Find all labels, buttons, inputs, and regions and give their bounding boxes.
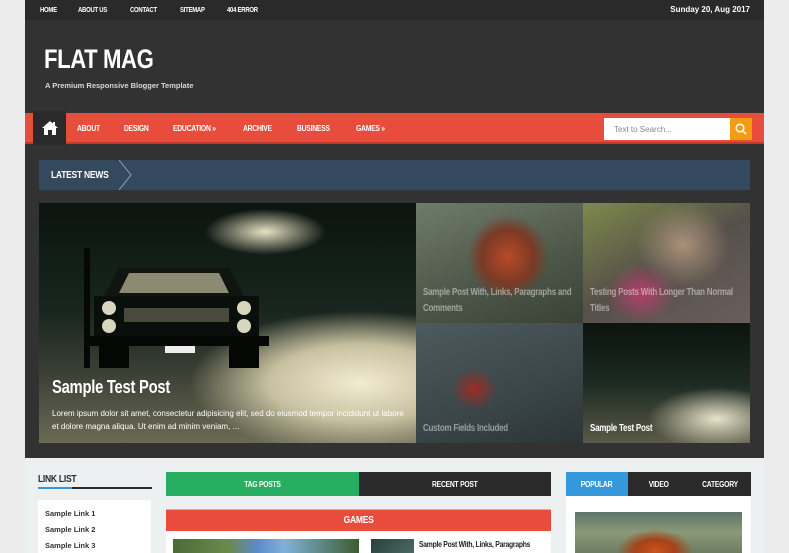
- tab-recent-post[interactable]: RECENT POST: [358, 472, 551, 496]
- featured-main-excerpt: Lorem ipsum dolor sit amet, consectetur …: [52, 409, 404, 431]
- games-post-image[interactable]: [173, 539, 359, 553]
- games-section-header: GAMES: [166, 509, 551, 531]
- games-post-thumbnail[interactable]: [371, 539, 414, 553]
- top-nav-sitemap[interactable]: SITEMAP: [180, 7, 205, 14]
- featured-post-4[interactable]: Sample Test Post: [583, 323, 750, 443]
- tab-tag-posts-label: TAG POSTS: [244, 479, 281, 489]
- featured-main-post[interactable]: Sample Test Post Lorem ipsum dolor sit a…: [39, 203, 416, 443]
- tab-category[interactable]: CATEGORY: [689, 472, 752, 496]
- popular-post-image[interactable]: [575, 512, 742, 553]
- featured-post-3-title[interactable]: Custom Fields Included: [423, 421, 575, 437]
- nav-design[interactable]: DESIGN: [124, 124, 149, 133]
- link-list-item[interactable]: Sample Link 3: [45, 538, 151, 553]
- nav-education[interactable]: EDUCATION »: [173, 124, 216, 133]
- latest-news-label: LATEST NEWS: [51, 170, 109, 181]
- link-list-item[interactable]: Sample Link 2: [45, 522, 151, 538]
- car-image: [84, 248, 269, 368]
- featured-post-2[interactable]: Testing Posts With Longer Than Normal Ti…: [583, 203, 750, 323]
- page: HOME ABOUT US CONTACT SITEMAP 404 ERROR …: [25, 0, 764, 553]
- nav-about[interactable]: ABOUT: [77, 124, 100, 133]
- link-list: Sample Link 1 Sample Link 2 Sample Link …: [38, 500, 151, 553]
- tab-video[interactable]: VIDEO: [627, 472, 690, 496]
- featured-post-4-title[interactable]: Sample Test Post: [590, 421, 742, 437]
- nav-games[interactable]: GAMES »: [356, 124, 385, 133]
- featured-main-title[interactable]: Sample Test Post: [52, 377, 170, 398]
- nav-links: ABOUT DESIGN EDUCATION » ARCHIVE BUSINES…: [77, 113, 410, 144]
- search-button[interactable]: [730, 118, 752, 140]
- nav-archive[interactable]: ARCHIVE: [243, 124, 272, 133]
- latest-news-bar: LATEST NEWS: [39, 160, 750, 190]
- tab-video-label: VIDEO: [648, 479, 669, 489]
- link-list-underline: [38, 487, 152, 489]
- right-tabs: POPULAR VIDEO CATEGORY: [566, 472, 752, 496]
- home-icon: [41, 121, 58, 135]
- chevron-right-icon: [118, 160, 132, 190]
- nav-business[interactable]: BUSINESS: [297, 124, 330, 133]
- middle-tabs: TAG POSTS RECENT POST: [166, 472, 551, 496]
- tab-recent-post-label: RECENT POST: [431, 479, 478, 489]
- games-title: GAMES: [343, 515, 374, 526]
- featured-post-3[interactable]: Custom Fields Included: [416, 323, 583, 443]
- content-area: LINK LIST Sample Link 1 Sample Link 2 Sa…: [25, 458, 764, 553]
- main-nav: ABOUT DESIGN EDUCATION » ARCHIVE BUSINES…: [25, 111, 764, 145]
- link-list-title: LINK LIST: [38, 474, 77, 485]
- search-icon: [735, 123, 747, 135]
- link-list-item[interactable]: Sample Link 1: [45, 506, 151, 522]
- top-nav-contact[interactable]: CONTACT: [130, 7, 157, 14]
- featured-post-1[interactable]: Sample Post With, Links, Paragraphs and …: [416, 203, 583, 323]
- top-nav-home[interactable]: HOME: [40, 7, 57, 14]
- top-nav: HOME ABOUT US CONTACT SITEMAP 404 ERROR: [40, 0, 281, 20]
- games-post-title[interactable]: Sample Post With, Links, Paragraphs: [419, 540, 530, 549]
- home-button[interactable]: [33, 111, 66, 145]
- featured-post-1-title[interactable]: Sample Post With, Links, Paragraphs and …: [423, 285, 575, 317]
- popular-posts: [566, 496, 751, 553]
- top-nav-about-us[interactable]: ABOUT US: [78, 7, 107, 14]
- games-section: Sample Post With, Links, Paragraphs: [166, 531, 551, 553]
- top-nav-404-error[interactable]: 404 ERROR: [227, 7, 258, 14]
- tab-popular[interactable]: POPULAR: [566, 472, 628, 496]
- top-bar: HOME ABOUT US CONTACT SITEMAP 404 ERROR …: [25, 0, 764, 20]
- featured-post-2-title[interactable]: Testing Posts With Longer Than Normal Ti…: [590, 285, 742, 317]
- search-input[interactable]: [604, 118, 730, 140]
- current-date: Sunday 20, Aug 2017: [670, 5, 750, 14]
- tab-tag-posts[interactable]: TAG POSTS: [166, 472, 359, 496]
- site-tagline: A Premium Responsive Blogger Template: [45, 81, 194, 90]
- site-logo[interactable]: FLAT MAG: [44, 44, 154, 75]
- tab-popular-label: POPULAR: [581, 479, 613, 489]
- tab-category-label: CATEGORY: [702, 479, 739, 489]
